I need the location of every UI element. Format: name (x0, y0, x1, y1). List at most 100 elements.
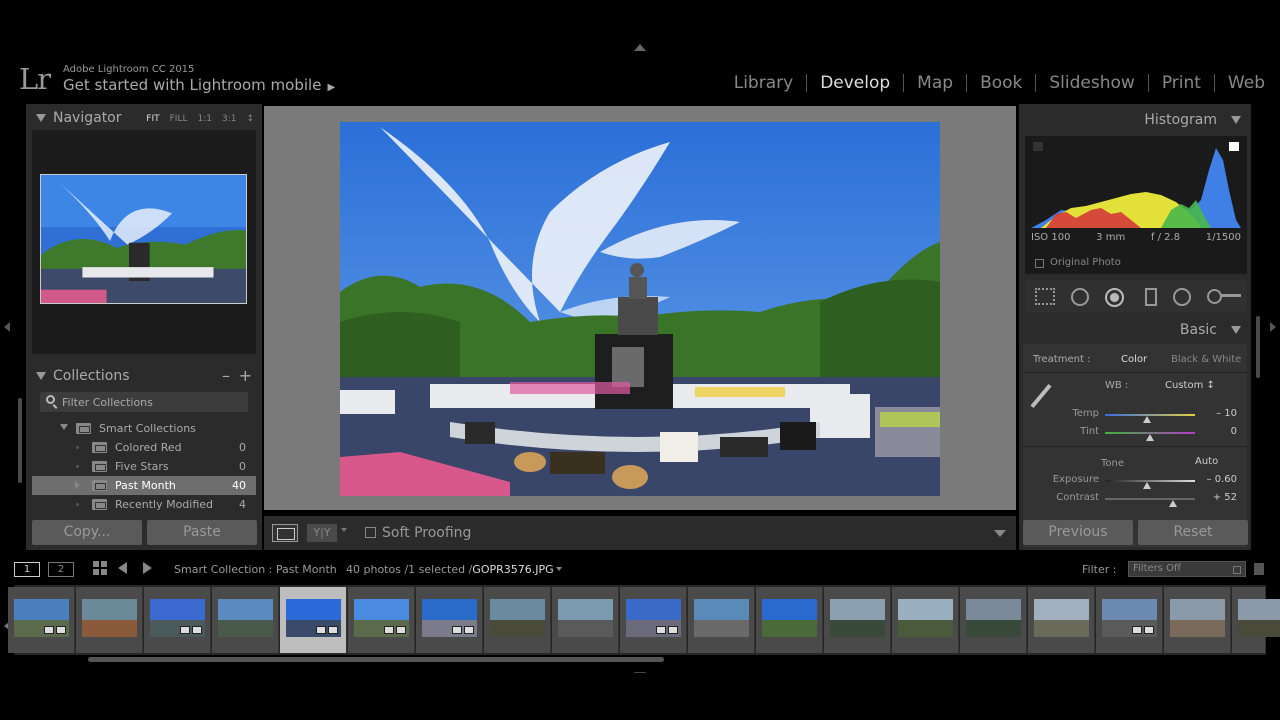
filmstrip-cell[interactable] (348, 587, 415, 653)
contrast-slider-track[interactable] (1105, 498, 1195, 500)
auto-tone-button[interactable]: Auto (1195, 456, 1218, 467)
filmstrip-cell-selected[interactable] (280, 587, 347, 653)
filmstrip-cell[interactable] (620, 587, 687, 653)
wb-preset-select[interactable]: Custom ↕ (1165, 380, 1215, 391)
module-slideshow[interactable]: Slideshow (1036, 74, 1149, 92)
collapse-triangle-icon[interactable] (1231, 326, 1241, 334)
filter-lock-toggle[interactable] (1254, 563, 1264, 575)
treatment-color-option[interactable]: Color (1121, 354, 1147, 365)
basic-panel-title[interactable]: Basic (1180, 322, 1217, 338)
right-panel-scrollbar[interactable] (1256, 316, 1260, 378)
exposure-slider-knob[interactable] (1143, 482, 1152, 489)
right-panel-toggle[interactable] (1270, 322, 1276, 332)
filmstrip-cell[interactable] (1232, 587, 1280, 653)
primary-display-button[interactable]: 1 (14, 562, 40, 577)
graduated-filter-icon[interactable] (1145, 288, 1157, 306)
histogram-title[interactable]: Histogram (1144, 112, 1217, 128)
soft-proofing-checkbox[interactable] (365, 527, 376, 538)
temp-slider-knob[interactable] (1143, 416, 1152, 423)
back-arrow-icon[interactable] (118, 562, 127, 574)
collection-set-smart[interactable]: Smart Collections (32, 419, 256, 438)
module-web[interactable]: Web (1215, 74, 1265, 92)
remove-collection-button[interactable]: – (222, 366, 230, 385)
filmstrip-cell[interactable] (212, 587, 279, 653)
filmstrip-cell[interactable] (892, 587, 959, 653)
mobile-prompt-link[interactable]: Get started with Lightroom mobile ▶ (63, 76, 335, 94)
grid-view-icon[interactable] (93, 561, 107, 575)
collection-item[interactable]: Five Stars 0 (32, 457, 256, 476)
zoom-more-icon[interactable]: ↕ (246, 114, 254, 124)
filter-select[interactable]: Filters Off (1128, 561, 1246, 577)
filmstrip-cell[interactable] (756, 587, 823, 653)
collections-header[interactable]: Collections – + (26, 364, 262, 388)
navigator-preview[interactable] (40, 174, 247, 304)
filmstrip-cell[interactable] (960, 587, 1027, 653)
spot-removal-icon[interactable] (1071, 288, 1089, 306)
original-photo-checkbox[interactable] (1035, 259, 1044, 268)
filmstrip-cell[interactable] (1164, 587, 1231, 653)
module-library[interactable]: Library (721, 74, 808, 92)
main-photo[interactable] (340, 122, 940, 496)
previous-button[interactable]: Previous (1023, 520, 1133, 545)
adjustment-brush-icon[interactable] (1207, 289, 1241, 304)
module-develop[interactable]: Develop (807, 74, 905, 92)
filmstrip-cell[interactable] (76, 587, 143, 653)
filmstrip-source[interactable]: Smart Collection : Past Month (174, 563, 337, 576)
filmstrip-cell[interactable] (8, 587, 75, 653)
module-map[interactable]: Map (904, 74, 968, 92)
temp-value[interactable]: – 10 (1216, 408, 1237, 419)
module-book[interactable]: Book (967, 74, 1037, 92)
module-print[interactable]: Print (1149, 74, 1215, 92)
contrast-value[interactable]: + 52 (1213, 492, 1237, 503)
paste-button[interactable]: Paste (147, 520, 257, 545)
filmstrip-cell[interactable] (688, 587, 755, 653)
filmstrip-cell[interactable] (1028, 587, 1095, 653)
zoom-fill[interactable]: FILL (170, 114, 188, 124)
exposure-value[interactable]: – 0.60 (1207, 474, 1237, 485)
filmstrip-cell[interactable] (552, 587, 619, 653)
toolbar-options-icon[interactable] (994, 530, 1006, 537)
loupe-view-button[interactable] (272, 524, 298, 542)
chevron-down-icon[interactable] (341, 528, 347, 532)
top-panel-toggle[interactable] (634, 44, 646, 51)
add-collection-button[interactable]: + (239, 366, 252, 385)
histogram[interactable]: ISO 100 3 mm f / 2.8 1/1500 Original Pho… (1025, 136, 1247, 274)
chevron-down-icon[interactable] (556, 567, 562, 571)
expand-triangle-icon[interactable] (75, 481, 80, 489)
tint-slider-knob[interactable] (1146, 434, 1154, 441)
crop-tool-icon[interactable] (1035, 288, 1055, 305)
filmstrip-scrollbar[interactable] (88, 657, 664, 662)
collection-item[interactable]: Recently Modified 4 (32, 495, 256, 514)
red-eye-icon[interactable] (1105, 288, 1124, 307)
filmstrip-cell[interactable] (1096, 587, 1163, 653)
collection-item-selected[interactable]: Past Month 40 (32, 476, 256, 495)
contrast-slider-knob[interactable] (1169, 500, 1178, 507)
filmstrip-cell[interactable] (144, 587, 211, 653)
treatment-bw-option[interactable]: Black & White (1171, 354, 1241, 365)
filmstrip-cell[interactable] (484, 587, 551, 653)
secondary-display-button[interactable]: 2 (48, 562, 74, 577)
filmstrip-cell[interactable] (824, 587, 891, 653)
filmstrip-count[interactable]: 40 photos /1 selected /GOPR3576.JPG (346, 563, 554, 576)
filmstrip-cell[interactable] (416, 587, 483, 653)
zoom-fit[interactable]: FIT (146, 114, 159, 124)
forward-arrow-icon[interactable] (143, 562, 152, 574)
bottom-panel-toggle[interactable] (634, 672, 646, 673)
zoom-1-1[interactable]: 1:1 (197, 114, 211, 124)
radial-filter-icon[interactable] (1173, 288, 1191, 306)
navigator-header[interactable]: Navigator FIT FILL 1:1 3:1 ↕ (26, 106, 262, 130)
left-panel-toggle[interactable] (4, 322, 10, 332)
eyedropper-icon[interactable] (1030, 383, 1052, 409)
filter-collections-input[interactable]: Filter Collections (40, 392, 248, 412)
before-after-button[interactable]: Y|Y (307, 524, 337, 542)
collection-item[interactable]: Colored Red 0 (32, 438, 256, 457)
expand-triangle-icon[interactable] (60, 424, 68, 430)
shadow-clipping-toggle[interactable] (1033, 142, 1043, 151)
left-panel-scrollbar[interactable] (18, 398, 22, 483)
reset-button[interactable]: Reset (1138, 520, 1248, 545)
copy-button[interactable]: Copy... (32, 520, 142, 545)
highlight-clipping-toggle[interactable] (1229, 142, 1239, 151)
collapse-triangle-icon[interactable] (1231, 116, 1241, 124)
zoom-3-1[interactable]: 3:1 (222, 114, 236, 124)
tint-value[interactable]: 0 (1231, 426, 1237, 437)
